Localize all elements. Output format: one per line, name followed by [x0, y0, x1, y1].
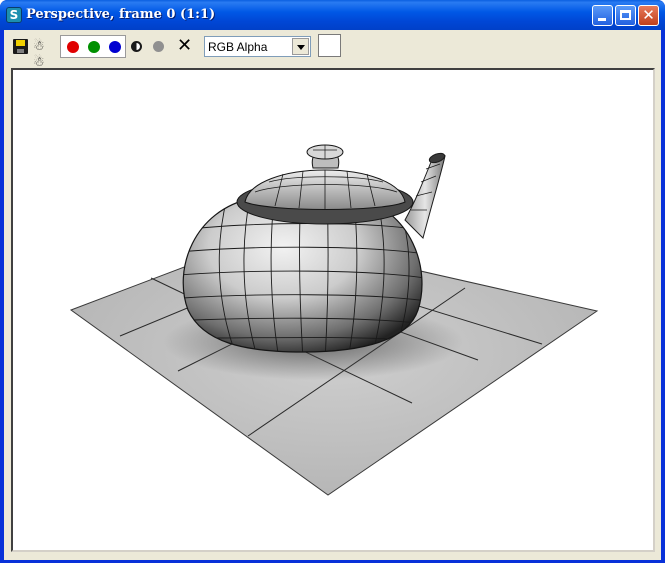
rendered-image [69, 144, 599, 496]
channel-display-select[interactable]: RGB Alpha [204, 36, 311, 57]
blue-channel-icon[interactable] [109, 41, 121, 53]
maximize-icon [620, 10, 631, 20]
minimize-button[interactable] [592, 5, 613, 26]
close-button[interactable]: ✕ [638, 5, 659, 26]
color-swatch[interactable] [318, 34, 341, 57]
green-channel-icon[interactable] [88, 41, 100, 53]
maximize-button[interactable] [615, 5, 636, 26]
rendered-frame-window: S Perspective, frame 0 (1:1) ✕ ☃☃ ✕ RGB … [0, 0, 665, 563]
channel-buttons [60, 35, 126, 58]
window-client: ☃☃ ✕ RGB Alpha [4, 30, 661, 560]
minimize-icon [598, 18, 606, 21]
teapot-lid [236, 144, 414, 225]
window-title: Perspective, frame 0 (1:1) [26, 7, 216, 22]
close-icon: ✕ [642, 6, 655, 24]
red-channel-icon[interactable] [67, 41, 79, 53]
title-bar[interactable]: S Perspective, frame 0 (1:1) ✕ [0, 0, 665, 30]
channel-select-value: RGB Alpha [208, 40, 268, 54]
clone-window-icon[interactable]: ☃☃ [33, 39, 49, 70]
alpha-channel-icon[interactable] [153, 41, 164, 52]
app-icon[interactable]: S [6, 7, 22, 23]
clear-icon[interactable]: ✕ [177, 36, 192, 56]
teapot-spout [404, 152, 446, 239]
save-icon[interactable] [13, 39, 29, 55]
monochrome-icon[interactable] [131, 41, 142, 52]
toolbar: ☃☃ ✕ RGB Alpha [4, 30, 661, 70]
render-viewport [11, 68, 655, 552]
chevron-down-icon[interactable] [292, 38, 309, 55]
